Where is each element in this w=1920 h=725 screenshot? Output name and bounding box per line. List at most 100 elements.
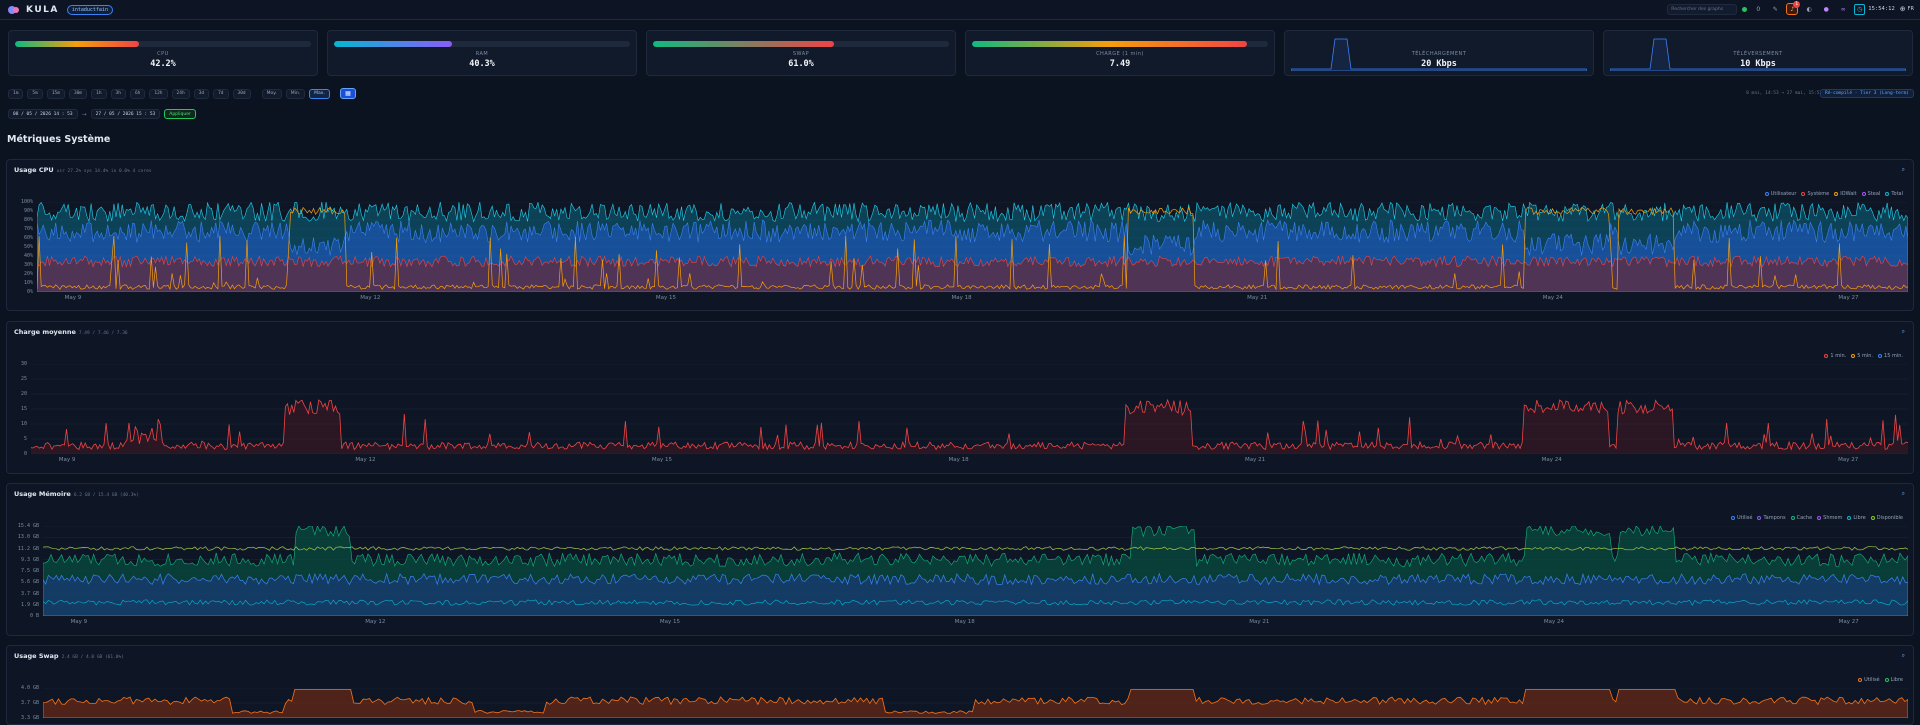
load-legend: 1 min. 5 min. 15 min. (1824, 353, 1903, 359)
x-tick-label: May 12 (355, 457, 376, 463)
stat-card[interactable]: CHARGE (1 min) 7.49 (965, 30, 1275, 76)
range-button[interactable]: 30m (68, 88, 88, 99)
series-load-fill (31, 400, 1908, 454)
range-button[interactable]: 3h (110, 88, 126, 99)
pin-icon[interactable]: ✎ (1769, 3, 1781, 15)
x-tick-label: May 12 (365, 619, 386, 625)
y-tick-label: 3.3 GB (20, 715, 39, 721)
legend-item[interactable]: Disponible (1870, 515, 1903, 521)
range-button[interactable]: 5m (27, 88, 43, 99)
legend-label: Libre (1890, 677, 1903, 683)
range-button[interactable]: 3d (193, 88, 210, 99)
x-tick-label: May 24 (1543, 619, 1565, 625)
range-button[interactable]: 6h (129, 88, 146, 99)
swap-plot[interactable] (43, 688, 1908, 718)
legend-swatch (1851, 354, 1856, 358)
stat-card[interactable]: TÉLÉCHARGEMENT 20 Kbps (1284, 30, 1594, 76)
mem-plot[interactable] (43, 526, 1908, 616)
legend-item[interactable]: 5 min. (1851, 353, 1873, 359)
legend-item[interactable]: Utilisateur (1764, 191, 1796, 197)
memory-chart-panel: Usage Mémoire 6.2 GB / 15.4 GB (40.3%) ⌕ Ut… (6, 483, 1914, 636)
y-tick-label: 40% (23, 253, 33, 259)
range-button[interactable]: 24h (171, 88, 190, 99)
legend-item[interactable]: Libre (1847, 515, 1866, 521)
cpu-chart-panel: Usage CPU usr 27.2% sys 14.4% io 0.0% 4 c… (6, 159, 1914, 311)
legend-item[interactable]: 15 min. (1878, 353, 1903, 359)
aggregation-button[interactable]: Moy. (261, 88, 282, 99)
aggregation-button[interactable]: Max. (309, 88, 330, 99)
cpu-plot[interactable] (37, 202, 1908, 292)
end-datetime-input[interactable]: 27 / 05 / 2026 15 : 53 (90, 109, 161, 119)
y-tick-label: 15.4 GB (17, 523, 39, 529)
legend-label: Utilisé (1864, 677, 1880, 683)
language-switch[interactable]: ⊕ FR (1900, 5, 1914, 13)
theme-toggle-icon[interactable]: ◐ (1803, 3, 1815, 15)
panel-subtitle: 7.49 / 7.46 / 7.36 (78, 331, 128, 336)
stat-card[interactable]: CPU 42.2% (8, 30, 318, 76)
progress-track (653, 41, 949, 47)
panel-subtitle: usr 27.2% sys 14.4% io 0.0% 4 cores (56, 169, 152, 174)
range-button[interactable]: 15m (46, 88, 65, 99)
pause-icon[interactable]: ∞ (1837, 3, 1849, 15)
legend-swatch (1885, 192, 1890, 196)
range-button[interactable]: 1h (91, 88, 107, 99)
alert-count: 1 (1793, 1, 1801, 8)
legend-swatch (1824, 354, 1829, 358)
legend-item[interactable]: IOWait (1834, 191, 1857, 197)
y-tick-label: 20 (20, 391, 27, 397)
aggregation-button[interactable]: Min. (285, 88, 306, 99)
zoom-icon[interactable]: ⌕ (1902, 328, 1905, 336)
legend-item[interactable]: Shmem (1817, 515, 1842, 521)
x-tick-label: May 15 (651, 457, 673, 463)
y-tick-label: 7.5 GB (20, 568, 39, 574)
range-button[interactable]: 1m (8, 88, 24, 99)
legend-item[interactable]: Total (1885, 191, 1903, 197)
range-button[interactable]: 12h (149, 88, 168, 99)
x-tick-label: May 9 (58, 457, 76, 463)
legend-label: Total (1891, 191, 1903, 197)
progress-track (972, 41, 1268, 47)
x-tick-label: May 27 (1838, 619, 1859, 625)
clock-icon[interactable]: ◷ (1854, 3, 1866, 15)
stat-value: 42.2% (150, 59, 176, 69)
custom-range: 08 / 05 / 2026 14 : 53 → 27 / 05 / 2026 … (8, 109, 196, 119)
apply-button[interactable]: Appliquer (164, 109, 196, 119)
zoom-icon[interactable]: ⌕ (1902, 652, 1905, 660)
brand-name: KULA (26, 4, 59, 15)
palette-icon[interactable]: ● (1820, 3, 1832, 15)
stat-card[interactable]: SWAP 61.0% (646, 30, 956, 76)
zoom-icon[interactable]: ⌕ (1902, 166, 1905, 174)
start-datetime-input[interactable]: 08 / 05 / 2026 14 : 53 (8, 109, 78, 119)
legend-item[interactable]: Tampons (1757, 515, 1786, 521)
legend-swatch (1730, 516, 1735, 520)
y-tick-label: 9.3 GB (20, 556, 39, 563)
host-badge[interactable]: intaductfain (66, 4, 113, 15)
progress-track (334, 41, 630, 47)
range-button[interactable]: 7d (213, 88, 229, 99)
legend-item[interactable]: Utilisé (1858, 677, 1880, 683)
search-input[interactable]: Rechercher des graphs (1667, 3, 1738, 15)
stat-card[interactable]: TÉLÉVERSEMENT 10 Kbps (1603, 30, 1913, 76)
y-tick-label: 0 B (29, 613, 39, 619)
legend-item[interactable]: Système (1801, 191, 1829, 197)
legend-item[interactable]: Steal (1861, 191, 1880, 197)
legend-swatch (1834, 192, 1839, 196)
legend-label: 1 min. (1830, 353, 1847, 359)
load-plot[interactable] (31, 364, 1908, 454)
swap-chart-title: Usage Swap 2.4 GB / 4.0 GB (61.0%) (14, 652, 124, 660)
calendar-icon[interactable]: ▦ (339, 88, 356, 99)
legend-item[interactable]: Libre (1884, 677, 1903, 683)
alerts-bell-icon[interactable]: ♪ 1 (1786, 1, 1801, 15)
legend-swatch (1801, 192, 1806, 196)
language-label: FR (1907, 6, 1914, 12)
legend-item[interactable]: Utilisé (1730, 515, 1752, 521)
y-tick-label: 15 (20, 406, 27, 412)
legend-item[interactable]: 1 min. (1824, 353, 1846, 359)
status-count: 0 (1756, 5, 1761, 13)
range-button[interactable]: 30d (232, 88, 251, 99)
x-tick-label: May 21 (1247, 295, 1268, 301)
zoom-icon[interactable]: ⌕ (1902, 490, 1905, 498)
legend-item[interactable]: Cache (1790, 515, 1812, 521)
logo[interactable]: KULA (8, 5, 59, 15)
stat-card[interactable]: RAM 40.3% (327, 30, 637, 76)
